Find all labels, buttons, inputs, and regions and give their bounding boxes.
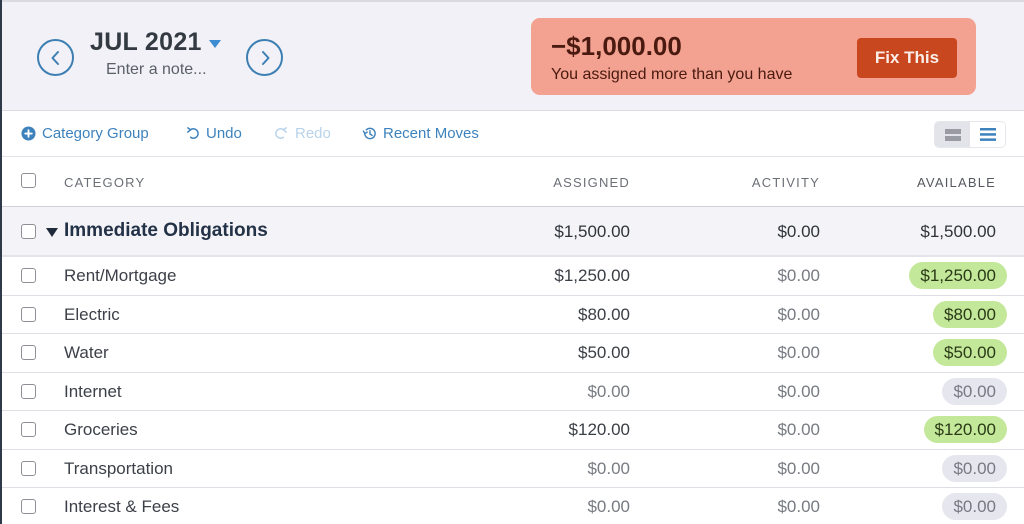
compact-view-icon <box>944 128 961 141</box>
ready-to-assign-amount: −$1,000.00 <box>551 31 682 61</box>
group-name[interactable]: Immediate Obligations <box>64 220 268 242</box>
list-view-button[interactable] <box>970 122 1005 147</box>
column-header-category[interactable]: CATEGORY <box>64 175 145 190</box>
category-checkbox[interactable] <box>21 306 36 322</box>
category-available-pill[interactable]: $120.00 <box>923 416 1007 443</box>
category-activity[interactable]: $0.00 <box>777 305 820 325</box>
redo-button[interactable]: Redo <box>274 125 331 142</box>
category-name[interactable]: Water <box>64 343 109 363</box>
group-activity: $0.00 <box>777 222 820 241</box>
column-header-available[interactable]: AVAILABLE <box>917 175 996 190</box>
category-assigned[interactable]: $0.00 <box>587 497 630 517</box>
category-available-pill[interactable]: $80.00 <box>933 300 1007 328</box>
category-row[interactable]: Rent/Mortgage $1,250.00 $0.00 $1,250.00 <box>0 257 1024 296</box>
caret-down-icon <box>208 39 221 48</box>
overspent-alert: −$1,000.00 You assigned more than you ha… <box>531 18 976 95</box>
category-checkbox[interactable] <box>21 383 36 399</box>
add-category-group-button[interactable]: Category Group <box>21 125 149 142</box>
budget-toolbar: Category Group Undo Redo Recent Moves <box>0 111 1024 157</box>
recent-moves-button[interactable]: Recent Moves <box>362 125 479 142</box>
plus-circle-icon <box>21 126 36 141</box>
compact-view-button[interactable] <box>935 122 970 147</box>
category-name[interactable]: Rent/Mortgage <box>64 266 176 286</box>
month-label: JUL 2021 <box>90 28 202 56</box>
category-activity[interactable]: $0.00 <box>777 459 820 479</box>
next-month-button[interactable] <box>246 39 283 76</box>
category-name[interactable]: Interest & Fees <box>64 497 179 517</box>
category-checkbox[interactable] <box>21 422 36 437</box>
budget-table: CATEGORY ASSIGNED ACTIVITY AVAILABLE Imm… <box>0 157 1024 524</box>
select-all-checkbox[interactable] <box>21 173 36 188</box>
column-header-assigned[interactable]: ASSIGNED <box>553 175 630 190</box>
category-assigned[interactable]: $1,250.00 <box>554 266 630 286</box>
collapse-caret-icon[interactable] <box>46 228 58 237</box>
table-header-row: CATEGORY ASSIGNED ACTIVITY AVAILABLE <box>0 157 1024 207</box>
redo-label: Redo <box>295 125 331 142</box>
group-available: $1,500.00 <box>920 222 996 241</box>
category-activity[interactable]: $0.00 <box>777 343 820 363</box>
redo-icon <box>275 127 287 139</box>
category-row[interactable]: Interest & Fees $0.00 $0.00 $0.00 <box>0 488 1024 524</box>
chevron-left-icon <box>51 50 59 65</box>
group-assigned: $1,500.00 <box>554 222 630 241</box>
category-row[interactable]: Internet $0.00 $0.00 $0.00 <box>0 372 1024 411</box>
category-assigned[interactable]: $50.00 <box>578 343 630 363</box>
category-row[interactable]: Electric $80.00 $0.00 $80.00 <box>0 295 1024 334</box>
category-row[interactable]: Groceries $120.00 $0.00 $120.00 <box>0 411 1024 450</box>
category-available-pill[interactable]: $0.00 <box>942 454 1007 482</box>
category-activity[interactable]: $0.00 <box>777 420 820 440</box>
category-name[interactable]: Groceries <box>64 420 138 440</box>
category-checkbox[interactable] <box>21 499 36 514</box>
history-icon <box>362 127 376 140</box>
category-activity[interactable]: $0.00 <box>777 382 820 402</box>
undo-button[interactable]: Undo <box>185 125 242 142</box>
month-selector[interactable]: JUL 2021 <box>90 28 221 57</box>
alert-message: You assigned more than you have <box>551 66 793 83</box>
category-activity[interactable]: $0.00 <box>777 497 820 517</box>
recent-moves-label: Recent Moves <box>383 125 479 142</box>
category-available-pill[interactable]: $50.00 <box>933 339 1007 366</box>
month-note-input[interactable]: Enter a note... <box>106 61 207 79</box>
category-row[interactable]: Water $50.00 $0.00 $50.00 <box>0 334 1024 373</box>
previous-month-button[interactable] <box>37 39 74 76</box>
category-checkbox[interactable] <box>21 268 36 283</box>
category-name[interactable]: Transportation <box>64 459 173 479</box>
view-mode-toggle <box>934 121 1006 148</box>
group-checkbox[interactable] <box>21 224 36 239</box>
category-assigned[interactable]: $0.00 <box>587 459 630 479</box>
category-name[interactable]: Electric <box>64 305 120 325</box>
category-group-row[interactable]: Immediate Obligations $1,500.00 $0.00 $1… <box>0 207 1024 257</box>
add-category-group-label: Category Group <box>42 125 149 142</box>
category-assigned[interactable]: $120.00 <box>569 420 630 440</box>
category-available-pill[interactable]: $0.00 <box>942 493 1007 520</box>
category-available-pill[interactable]: $0.00 <box>942 377 1007 405</box>
category-checkbox[interactable] <box>21 345 36 360</box>
list-view-icon <box>979 128 996 141</box>
category-available-pill[interactable]: $1,250.00 <box>909 262 1007 289</box>
budget-header: JUL 2021 Enter a note... −$1,000.00 You … <box>0 0 1024 111</box>
column-header-activity[interactable]: ACTIVITY <box>752 175 820 190</box>
category-checkbox[interactable] <box>21 460 36 476</box>
undo-icon <box>187 127 199 139</box>
undo-label: Undo <box>206 125 242 142</box>
window-edge <box>0 0 2 524</box>
category-assigned[interactable]: $0.00 <box>587 382 630 402</box>
fix-this-button[interactable]: Fix This <box>857 38 957 78</box>
category-row[interactable]: Transportation $0.00 $0.00 $0.00 <box>0 449 1024 488</box>
chevron-right-icon <box>261 50 269 65</box>
category-activity[interactable]: $0.00 <box>777 266 820 286</box>
category-name[interactable]: Internet <box>64 382 122 402</box>
category-assigned[interactable]: $80.00 <box>578 305 630 325</box>
